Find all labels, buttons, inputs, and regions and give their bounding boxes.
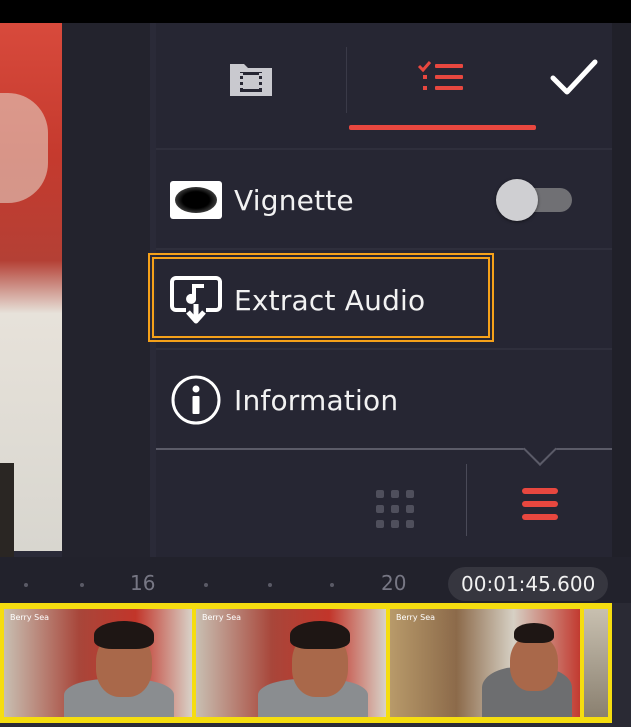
toolbar-divider xyxy=(466,464,467,536)
checkmark-icon xyxy=(550,59,598,95)
clip-thumbnail: Berry Sea xyxy=(390,609,580,717)
frame-watermark: Berry Sea xyxy=(10,613,50,622)
hamburger-menu-icon xyxy=(522,488,558,520)
toggle-knob xyxy=(496,179,538,221)
menu-item-vignette[interactable]: Vignette xyxy=(156,150,612,250)
vignette-icon xyxy=(170,174,222,226)
checklist-icon xyxy=(417,61,463,90)
ruler-dot xyxy=(204,583,208,587)
grid-button[interactable] xyxy=(374,488,416,530)
timeline-ruler[interactable]: 16 20 00:01:45.600 xyxy=(0,557,631,603)
preview-gutter xyxy=(62,23,150,558)
ruler-label-16: 16 xyxy=(130,571,156,595)
ruler-dot xyxy=(24,583,28,587)
panel-tab-bar xyxy=(156,23,612,133)
highlight-box-inner xyxy=(152,257,490,338)
bottom-toolbar xyxy=(156,450,612,557)
screen-edge xyxy=(612,603,631,727)
edit-panel: Vignette Extract Audio Information xyxy=(148,23,631,557)
ruler-label-20: 20 xyxy=(381,571,407,595)
info-icon xyxy=(170,374,222,426)
frame-watermark: Berry Sea xyxy=(396,613,436,622)
film-folder-icon xyxy=(230,64,272,96)
preview-highlight xyxy=(0,93,48,203)
ruler-dot xyxy=(80,583,84,587)
status-bar xyxy=(0,0,631,23)
video-preview[interactable] xyxy=(0,23,62,573)
vignette-toggle[interactable] xyxy=(496,179,574,221)
tab-list[interactable] xyxy=(346,23,536,133)
vignette-label: Vignette xyxy=(234,183,354,217)
clip-thumbnail xyxy=(584,609,608,717)
panel-edge xyxy=(612,23,631,557)
frame-watermark: Berry Sea xyxy=(202,613,242,622)
clip-thumbnail: Berry Sea xyxy=(196,609,386,717)
tab-media[interactable] xyxy=(156,23,346,133)
ruler-dot xyxy=(330,583,334,587)
information-label: Information xyxy=(234,383,399,417)
timecode: 00:01:45.600 xyxy=(448,567,609,601)
menu-button[interactable] xyxy=(520,484,560,524)
ruler-dot xyxy=(268,583,272,587)
video-clip-track[interactable]: Berry Sea Berry Sea Berry Sea xyxy=(0,603,612,723)
grid-icon xyxy=(376,490,414,528)
clip-thumbnail: Berry Sea xyxy=(4,609,192,717)
done-button[interactable] xyxy=(536,23,612,133)
active-tab-indicator xyxy=(349,125,536,130)
